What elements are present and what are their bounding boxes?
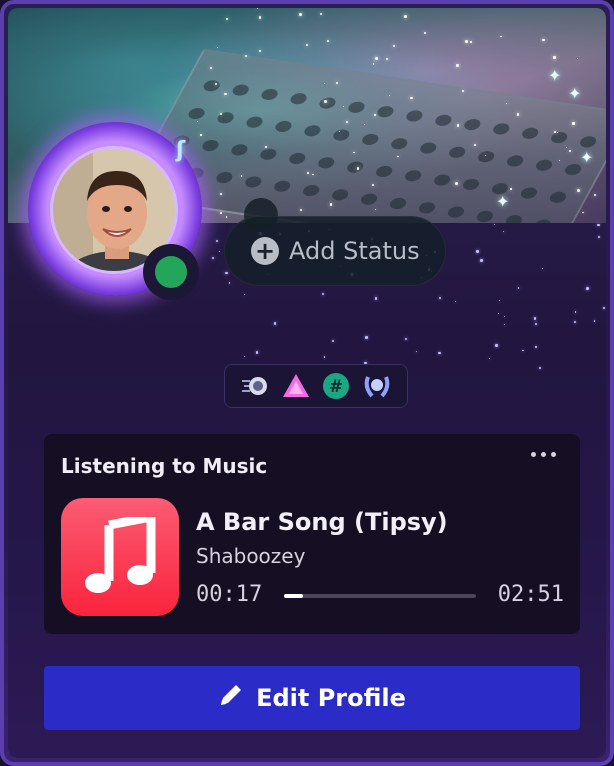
star-speck — [256, 351, 259, 354]
hashtag-badge-icon[interactable]: # — [321, 371, 351, 401]
online-status-dot — [155, 256, 187, 288]
profile-card: ✦✦✦✦ ʃ ~ ɾ + — [0, 0, 614, 766]
star-speck — [273, 322, 276, 325]
star-speck — [593, 320, 596, 322]
playback-progress-fill — [284, 594, 304, 598]
status-indicator — [143, 244, 199, 300]
playback-progress-bar — [284, 594, 476, 598]
edit-profile-label: Edit Profile — [256, 684, 406, 712]
add-status-button[interactable]: + Add Status — [224, 216, 446, 286]
star-speck — [504, 324, 506, 326]
more-options-icon[interactable] — [531, 452, 556, 457]
star-speck — [331, 339, 334, 342]
plus-circle-icon: + — [251, 237, 279, 265]
star-speck — [533, 317, 537, 320]
song-artist[interactable]: Shaboozey — [196, 544, 305, 568]
star-speck — [498, 313, 500, 315]
star-speck — [539, 367, 542, 370]
add-status-label: Add Status — [289, 237, 420, 265]
elapsed-time: 00:17 — [196, 582, 263, 607]
star-speck — [574, 310, 577, 313]
laurel-badge-icon[interactable] — [362, 371, 392, 401]
star-speck — [476, 250, 479, 253]
profile-badges: # — [224, 364, 408, 408]
star-speck — [405, 338, 408, 341]
star-speck — [225, 271, 229, 275]
star-speck — [573, 320, 576, 323]
star-speck — [498, 300, 500, 302]
star-speck — [479, 259, 483, 263]
star-speck — [535, 346, 538, 348]
star-speck — [374, 296, 378, 300]
star-speck — [415, 350, 418, 353]
star-speck — [502, 230, 505, 233]
star-speck — [454, 300, 457, 302]
star-speck — [218, 250, 221, 252]
song-title[interactable]: A Bar Song (Tipsy) — [196, 508, 448, 536]
star-speck — [243, 355, 245, 357]
song-duration: 02:51 — [497, 582, 564, 607]
star-speck — [322, 292, 325, 295]
star-speck — [495, 344, 498, 347]
triangle-badge-icon[interactable] — [281, 371, 311, 401]
star-speck — [603, 307, 605, 309]
pencil-icon — [218, 682, 244, 714]
star-speck — [518, 287, 520, 289]
lightning-decoration-icon: ʃ — [176, 138, 186, 163]
star-speck — [597, 224, 600, 227]
star-speck — [535, 322, 538, 325]
edit-profile-button[interactable]: Edit Profile — [44, 666, 580, 730]
star-speck — [597, 235, 601, 238]
star-speck — [365, 336, 368, 340]
star-speck — [215, 239, 218, 243]
star-speck — [211, 257, 215, 260]
star-speck — [522, 349, 524, 352]
star-speck — [438, 297, 441, 300]
star-speck — [541, 267, 543, 269]
profile-card-inner: ✦✦✦✦ ʃ ~ ɾ + — [8, 8, 606, 758]
star-speck — [228, 282, 231, 284]
star-speck — [493, 223, 495, 226]
apple-music-icon — [61, 498, 179, 616]
star-speck — [323, 356, 326, 358]
svg-text:#: # — [329, 377, 343, 397]
activity-header: Listening to Music — [61, 454, 268, 478]
star-speck — [586, 286, 590, 290]
star-speck — [243, 293, 245, 296]
activity-card: Listening to Music A Bar Song (Tipsy) Sh… — [44, 434, 580, 634]
speed-badge-icon[interactable] — [240, 371, 270, 401]
star-speck — [488, 357, 491, 360]
star-speck — [503, 315, 505, 318]
star-speck — [438, 351, 441, 355]
